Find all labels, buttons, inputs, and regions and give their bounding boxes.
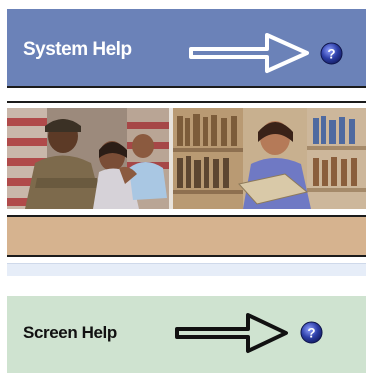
right-arrow-icon bbox=[175, 313, 288, 353]
system-help-question-icon[interactable]: ? bbox=[320, 42, 343, 65]
screen-help-bar: Screen Help ? bbox=[7, 296, 366, 373]
screen-help-label: Screen Help bbox=[23, 323, 117, 342]
system-help-label: System Help bbox=[23, 39, 132, 60]
divider-stripe bbox=[7, 263, 366, 276]
system-help-bar: System Help ? bbox=[7, 9, 366, 88]
screen-help-question-icon[interactable]: ? bbox=[300, 321, 323, 344]
svg-text:?: ? bbox=[327, 46, 335, 61]
right-arrow-icon bbox=[189, 33, 309, 73]
soldier-family-photo bbox=[7, 108, 169, 209]
library-worker-photo bbox=[173, 108, 366, 209]
svg-text:?: ? bbox=[307, 325, 315, 340]
help-panel: System Help ? Screen Help ? bbox=[0, 0, 366, 373]
banner-photos bbox=[7, 108, 366, 209]
photo-strip bbox=[7, 101, 366, 217]
decorative-band bbox=[7, 217, 366, 257]
